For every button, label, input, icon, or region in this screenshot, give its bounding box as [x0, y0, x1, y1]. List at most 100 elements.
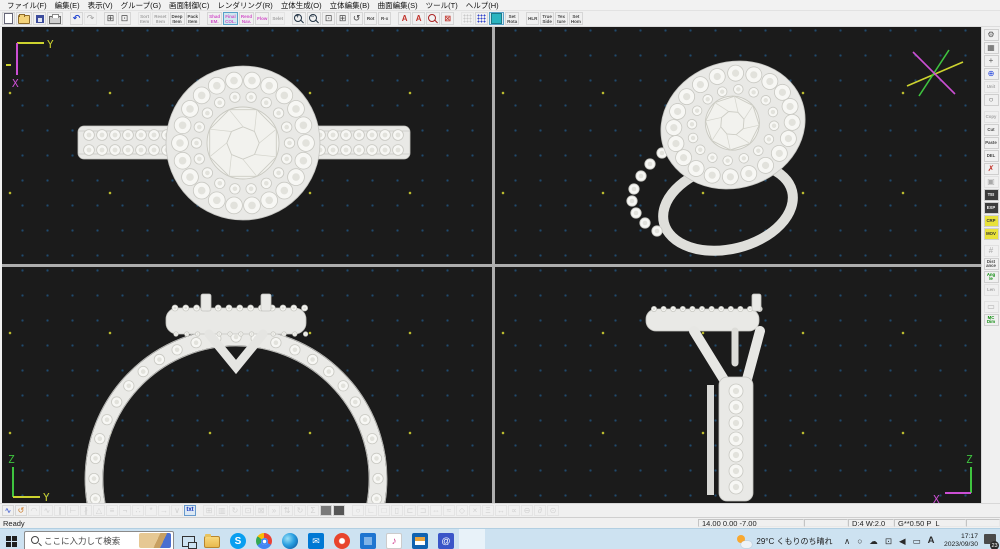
- length-button[interactable]: Len: [983, 284, 999, 296]
- circle-tool-icon[interactable]: ○: [352, 505, 364, 516]
- select-button[interactable]: Selet: [270, 12, 286, 25]
- viewport-front-view[interactable]: [2, 267, 492, 503]
- zoom-out-icon[interactable]: [307, 12, 322, 25]
- circle-select-icon[interactable]: ○: [983, 94, 999, 106]
- prop-icon[interactable]: ∝: [508, 505, 520, 516]
- search-highlight-image[interactable]: [139, 533, 171, 548]
- sum-icon[interactable]: Σ: [307, 505, 319, 516]
- curve-draw-icon[interactable]: ∿: [2, 505, 14, 516]
- arrow-icon[interactable]: →: [158, 505, 170, 516]
- box-dot-icon[interactable]: ⊡: [242, 505, 254, 516]
- mail-app[interactable]: [303, 529, 329, 549]
- viewport-perspective-view[interactable]: [495, 27, 981, 264]
- status-circle-icon[interactable]: ○: [857, 537, 862, 546]
- erase-icon[interactable]: ✗: [983, 163, 999, 175]
- reset-item-button[interactable]: Reset Item: [152, 12, 169, 25]
- partial-icon[interactable]: ∂: [534, 505, 546, 516]
- grid-solid-icon[interactable]: [489, 12, 505, 25]
- menu-item-3[interactable]: 表示(V): [84, 0, 117, 11]
- dot-circle-icon[interactable]: ⊙: [547, 505, 559, 516]
- fastfwd-icon[interactable]: »: [268, 505, 280, 516]
- menu-item-2[interactable]: 編集(E): [51, 0, 84, 11]
- check-icon[interactable]: ∨: [171, 505, 183, 516]
- triangle-icon[interactable]: △: [93, 505, 105, 516]
- layers-icon[interactable]: ≡: [106, 505, 118, 516]
- diamond-icon[interactable]: ◇: [456, 505, 468, 516]
- angle-button[interactable]: Ang le: [983, 271, 999, 283]
- wave-icon[interactable]: ∿: [41, 505, 53, 516]
- photos-app-app[interactable]: [355, 529, 381, 549]
- outlook-app[interactable]: [407, 529, 433, 549]
- render-frame-icon[interactable]: ⊠: [441, 12, 455, 25]
- render-a1-icon[interactable]: A: [398, 12, 412, 25]
- menu-item-1[interactable]: ファイル(F): [3, 0, 51, 11]
- edge-app[interactable]: [277, 529, 303, 549]
- volume-icon[interactable]: ◀: [899, 537, 906, 546]
- hflip-icon[interactable]: ↔: [495, 505, 507, 516]
- task-view-button[interactable]: [177, 529, 199, 549]
- notparallel-icon[interactable]: ∦: [80, 505, 92, 516]
- exp-button[interactable]: EXP: [983, 202, 999, 214]
- save-icon[interactable]: [33, 12, 46, 25]
- square-tool-icon[interactable]: □: [378, 505, 390, 516]
- chrome-app[interactable]: [251, 529, 277, 549]
- paste-button[interactable]: Paste: [983, 137, 999, 149]
- swap-icon[interactable]: ⇅: [281, 505, 293, 516]
- zoom-extents-icon[interactable]: ⊞: [336, 12, 350, 25]
- menu-item-11[interactable]: ヘルプ(H): [462, 0, 503, 11]
- viewport-top-view[interactable]: [2, 27, 492, 264]
- start-button[interactable]: [0, 529, 22, 549]
- viewport-layout-icon[interactable]: ⊞: [104, 12, 117, 25]
- color-dark-swatch[interactable]: [333, 505, 345, 516]
- curve2-icon[interactable]: ◠: [28, 505, 40, 516]
- redo-icon[interactable]: ↷: [84, 12, 97, 25]
- star-icon[interactable]: *: [145, 505, 157, 516]
- zoom-in-icon[interactable]: [292, 12, 307, 25]
- pack-item-button[interactable]: Pack Item: [185, 12, 201, 25]
- render-zoom-icon[interactable]: [426, 12, 441, 25]
- open-file-icon[interactable]: [16, 12, 32, 25]
- flow-button[interactable]: Flow: [255, 12, 270, 25]
- menu-item-6[interactable]: レンダリング(R): [213, 0, 276, 11]
- sort-item-button[interactable]: Sort Item: [138, 12, 152, 25]
- grid-win-icon[interactable]: ⊞: [203, 505, 215, 516]
- tangent-icon[interactable]: ⊢: [67, 505, 79, 516]
- render-preview-icon[interactable]: ▦: [983, 42, 999, 54]
- grid-off-icon[interactable]: [461, 12, 475, 25]
- text-tool-button[interactable]: txt: [184, 505, 196, 516]
- mc-dim-button[interactable]: MC Dim: [983, 314, 999, 326]
- cross-icon[interactable]: ×: [469, 505, 481, 516]
- menu-item-4[interactable]: グループ(G): [117, 0, 165, 11]
- hlr-button[interactable]: HLR: [526, 12, 540, 25]
- snap-icon[interactable]: ▭: [983, 301, 999, 313]
- texture-button[interactable]: Tex ture: [554, 12, 568, 25]
- new-file-icon[interactable]: [2, 12, 15, 25]
- rot-x-button[interactable]: R-x: [378, 12, 392, 25]
- redo2-icon[interactable]: ↻: [294, 505, 306, 516]
- distance-button[interactable]: Dist ance: [983, 258, 999, 270]
- parallel-icon[interactable]: ∥: [54, 505, 66, 516]
- menu-item-5[interactable]: 画面制御(C): [165, 0, 213, 11]
- print-icon[interactable]: [47, 12, 63, 25]
- group-icon[interactable]: ▣: [983, 176, 999, 188]
- explorer-app[interactable]: [199, 529, 225, 549]
- bracketr-icon[interactable]: ⊐: [417, 505, 429, 516]
- notification-button[interactable]: 23: [983, 529, 999, 549]
- tablet-icon[interactable]: ▭: [913, 537, 921, 546]
- xi-icon[interactable]: Ξ: [482, 505, 494, 516]
- tei-button[interactable]: TEI: [983, 189, 999, 201]
- rot-button[interactable]: Rot: [364, 12, 378, 25]
- set-hom-button[interactable]: Set Hom: [568, 12, 583, 25]
- minus-circle-icon[interactable]: ⊖: [521, 505, 533, 516]
- taskbar-clock[interactable]: 17:17 2023/09/30: [944, 533, 978, 549]
- itunes-app[interactable]: [381, 529, 407, 549]
- cloud-icon[interactable]: ☁: [869, 537, 878, 546]
- unit-button[interactable]: Unit: [983, 81, 999, 93]
- viewport-side-view[interactable]: [495, 267, 981, 503]
- internet-app-app[interactable]: @: [433, 529, 459, 549]
- chevron-up-icon[interactable]: ∧: [844, 537, 850, 546]
- menu-item-9[interactable]: 曲面編集(S): [374, 0, 422, 11]
- mirror-icon[interactable]: ⇔: [430, 505, 442, 516]
- media-app-app[interactable]: [329, 529, 355, 549]
- color-gray-swatch[interactable]: [320, 505, 332, 516]
